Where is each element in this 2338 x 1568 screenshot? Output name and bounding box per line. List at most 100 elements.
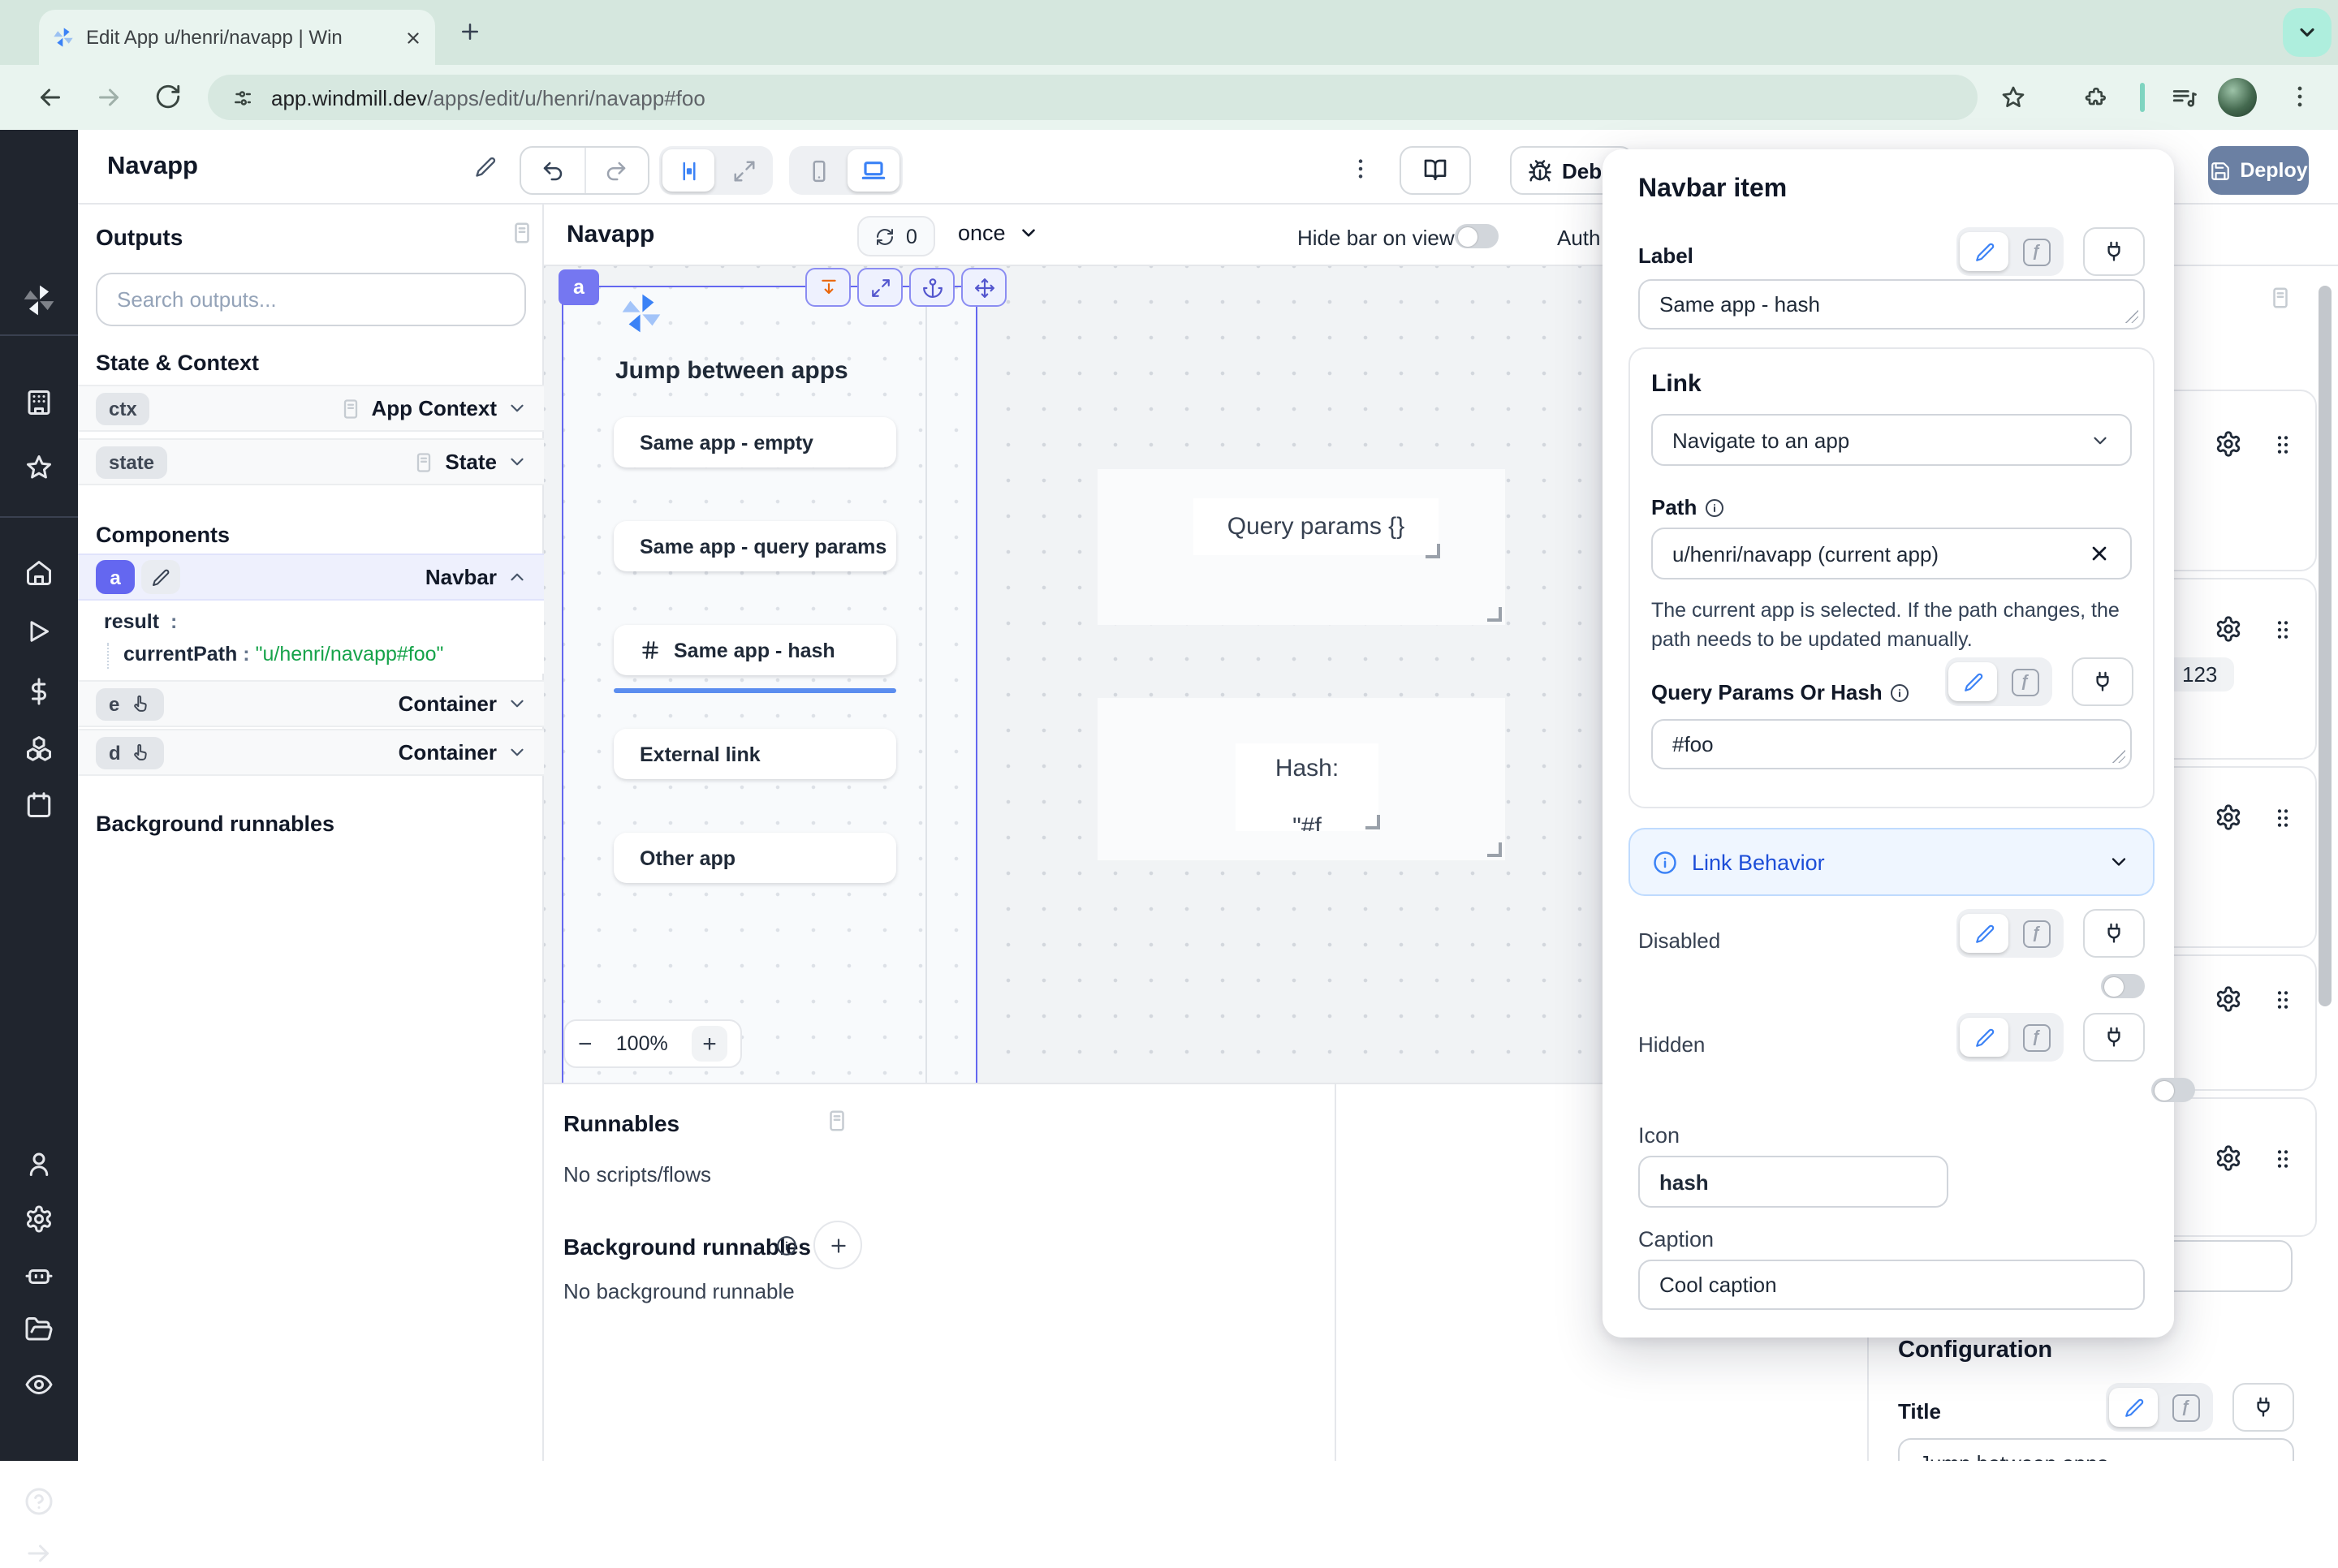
outputs-panel-toggle[interactable] bbox=[510, 221, 534, 245]
search-outputs-input[interactable] bbox=[96, 273, 526, 326]
sidebar-item-help[interactable] bbox=[24, 1487, 54, 1516]
gear-icon[interactable] bbox=[2215, 430, 2242, 458]
gear-icon[interactable] bbox=[2215, 615, 2242, 643]
component-selection-badge[interactable]: a bbox=[559, 269, 599, 305]
resize-handle[interactable] bbox=[1487, 842, 1502, 857]
component-row-navbar[interactable]: a Navbar bbox=[78, 554, 544, 601]
label-input[interactable]: Same app - hash bbox=[1638, 279, 2145, 330]
fn-mode-button[interactable]: ƒ bbox=[2000, 662, 2049, 701]
gear-icon[interactable] bbox=[2215, 1144, 2242, 1172]
browser-tab[interactable]: Edit App u/henri/navapp | Win bbox=[39, 10, 435, 65]
chevron-down-icon[interactable] bbox=[507, 451, 528, 472]
browser-menu-button[interactable] bbox=[2286, 83, 2314, 110]
static-mode-button[interactable] bbox=[1960, 914, 2008, 953]
resize-handle[interactable] bbox=[1365, 815, 1380, 829]
link-type-select[interactable]: Navigate to an app bbox=[1651, 414, 2132, 466]
sidebar-item-favorites[interactable] bbox=[24, 453, 54, 482]
media-controls-button[interactable] bbox=[2171, 84, 2198, 112]
output-row-ctx[interactable]: ctx App Context bbox=[78, 385, 544, 432]
sidebar-item-schedules[interactable] bbox=[24, 790, 54, 820]
window-chevron-button[interactable] bbox=[2283, 8, 2332, 57]
static-mode-button[interactable] bbox=[1960, 1018, 2008, 1057]
component-fullscreen-button[interactable] bbox=[857, 268, 903, 307]
desktop-view-button[interactable] bbox=[848, 149, 899, 192]
nav-item-other-app[interactable]: Other app bbox=[614, 833, 896, 883]
nav-item-same-app-hash[interactable]: Same app - hash bbox=[614, 625, 896, 675]
grip-icon[interactable] bbox=[2270, 617, 2296, 643]
runnables-panel-toggle[interactable] bbox=[825, 1109, 849, 1133]
refresh-count-box[interactable]: 0 bbox=[857, 216, 935, 256]
config-title-input[interactable]: Jump between apps bbox=[1898, 1438, 2294, 1461]
component-row-container-e[interactable]: e Container bbox=[78, 680, 544, 727]
label-connect-button[interactable] bbox=[2083, 227, 2145, 276]
component-expand-down-button[interactable] bbox=[805, 268, 851, 307]
sidebar-item-runs[interactable] bbox=[24, 617, 54, 646]
sidebar-expand-button[interactable] bbox=[24, 1539, 54, 1568]
nav-item-external-link[interactable]: External link bbox=[614, 729, 896, 779]
static-mode-button[interactable] bbox=[1948, 662, 1997, 701]
hidden-toggle[interactable] bbox=[2150, 1078, 2194, 1102]
query-params-text-box[interactable]: Query params {} bbox=[1193, 498, 1439, 555]
undo-button[interactable] bbox=[521, 148, 585, 193]
tab-close-icon[interactable] bbox=[404, 28, 422, 46]
extensions-button[interactable] bbox=[2083, 84, 2109, 110]
sidebar-item-settings[interactable] bbox=[24, 1204, 54, 1234]
sidebar-item-workspace[interactable] bbox=[24, 388, 54, 417]
component-row-container-d[interactable]: d Container bbox=[78, 729, 544, 776]
static-mode-button[interactable] bbox=[2109, 1388, 2158, 1427]
redo-button[interactable] bbox=[585, 148, 648, 193]
forward-button[interactable] bbox=[94, 83, 123, 112]
title-connect-button[interactable] bbox=[2232, 1383, 2294, 1432]
component-move-button[interactable] bbox=[961, 268, 1007, 307]
grip-icon[interactable] bbox=[2270, 805, 2296, 831]
sidebar-item-home[interactable] bbox=[24, 558, 54, 588]
sidebar-item-workers[interactable] bbox=[24, 1260, 54, 1289]
caption-input[interactable]: Cool caption bbox=[1638, 1260, 2145, 1310]
resize-handle[interactable] bbox=[1426, 544, 1440, 558]
grip-icon[interactable] bbox=[2270, 432, 2296, 458]
grip-icon[interactable] bbox=[2270, 987, 2296, 1013]
new-tab-button[interactable] bbox=[458, 19, 482, 44]
more-options-button[interactable] bbox=[1348, 156, 1374, 182]
avatar[interactable] bbox=[2218, 78, 2257, 117]
query-params-container[interactable]: Query params {} bbox=[1098, 469, 1505, 625]
background-runnables-info[interactable] bbox=[776, 1235, 797, 1256]
sidebar-item-users[interactable] bbox=[24, 1149, 54, 1178]
url-bar[interactable]: app.windmill.dev/apps/edit/u/henri/navap… bbox=[208, 75, 1978, 120]
gear-icon[interactable] bbox=[2215, 803, 2242, 831]
resize-handle[interactable] bbox=[1487, 607, 1502, 622]
sidebar-item-folders[interactable] bbox=[24, 1315, 54, 1344]
query-connect-button[interactable] bbox=[2072, 657, 2133, 706]
sidebar-item-variables[interactable] bbox=[24, 677, 54, 706]
hide-bar-toggle[interactable] bbox=[1455, 224, 1499, 248]
hash-container[interactable]: Hash: "#f bbox=[1098, 698, 1505, 860]
reload-button[interactable] bbox=[154, 83, 182, 110]
chevron-down-icon[interactable] bbox=[507, 742, 528, 763]
fn-mode-button[interactable]: ƒ bbox=[2012, 914, 2060, 953]
site-info-icon[interactable] bbox=[231, 85, 255, 110]
add-background-runnable-button[interactable] bbox=[813, 1221, 862, 1269]
mobile-view-button[interactable] bbox=[792, 149, 844, 192]
hidden-connect-button[interactable] bbox=[2083, 1013, 2145, 1062]
schedule-dropdown[interactable]: once bbox=[958, 221, 1040, 245]
nav-item-query-params[interactable]: Same app - query params bbox=[614, 521, 896, 571]
zoom-out-button[interactable]: − bbox=[578, 1030, 593, 1058]
edit-title-button[interactable] bbox=[474, 156, 497, 179]
rename-component-button[interactable] bbox=[141, 560, 180, 594]
fn-mode-button[interactable]: ƒ bbox=[2161, 1388, 2210, 1427]
sidebar-item-audit[interactable] bbox=[24, 1370, 54, 1399]
fn-mode-button[interactable]: ƒ bbox=[2012, 232, 2060, 271]
disabled-toggle[interactable] bbox=[2101, 974, 2145, 998]
scrollbar-thumb[interactable] bbox=[2319, 286, 2332, 1006]
query-params-input[interactable]: #foo bbox=[1651, 719, 2132, 769]
nav-item-same-app-empty[interactable]: Same app - empty bbox=[614, 417, 896, 467]
chevron-up-icon[interactable] bbox=[507, 566, 528, 588]
disabled-connect-button[interactable] bbox=[2083, 909, 2145, 958]
sidebar-item-resources[interactable] bbox=[24, 734, 54, 763]
hash-text-box[interactable]: Hash: "#f bbox=[1236, 743, 1378, 831]
deploy-button[interactable]: Deploy bbox=[2208, 146, 2309, 195]
path-input[interactable]: u/henri/navapp (current app) bbox=[1651, 528, 2132, 579]
chevron-down-icon[interactable] bbox=[507, 398, 528, 419]
link-behavior-box[interactable]: Link Behavior bbox=[1628, 828, 2155, 896]
output-row-state[interactable]: state State bbox=[78, 438, 544, 485]
